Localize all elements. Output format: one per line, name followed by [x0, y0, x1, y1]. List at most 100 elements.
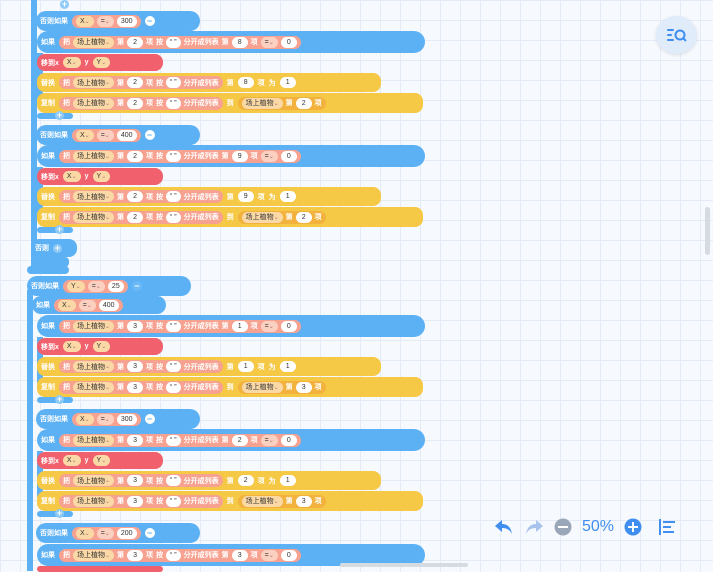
- if-block[interactable]: 如果把场上植物第3项按“ ”分开成列表第2项=0: [37, 429, 425, 451]
- var-y-dropdown[interactable]: Y: [92, 171, 111, 182]
- else-if-block[interactable]: 否则如果 Y=25−: [27, 276, 191, 296]
- move-to-block[interactable]: 移到xXyY: [37, 452, 163, 469]
- move-to-block[interactable]: [37, 566, 163, 572]
- operator-dropdown[interactable]: =: [260, 320, 278, 332]
- index-input[interactable]: 3: [127, 320, 144, 332]
- undo-button[interactable]: [494, 518, 514, 536]
- separator-input[interactable]: “ ”: [166, 36, 181, 48]
- var-x-dropdown[interactable]: X: [62, 455, 81, 466]
- if-block[interactable]: 如果把场上植物第3项按“ ”分开成列表第1项=0: [37, 315, 425, 337]
- compare-value-input[interactable]: 0: [280, 320, 297, 332]
- remove-branch-icon[interactable]: −: [144, 414, 155, 424]
- column-input[interactable]: 1: [231, 320, 248, 332]
- else-if-block[interactable]: 否则如果 X=300−: [36, 409, 200, 429]
- add-branch-icon[interactable]: +: [55, 509, 64, 518]
- add-branch-icon[interactable]: +: [55, 111, 64, 120]
- operator-dropdown[interactable]: =: [96, 413, 114, 425]
- list-dropdown[interactable]: 场上植物: [73, 361, 115, 372]
- remove-branch-icon[interactable]: −: [144, 130, 155, 140]
- var-x-dropdown[interactable]: X: [76, 15, 94, 27]
- replace-item-block[interactable]: 替换把场上植物第3项按“ ”分开成列表第2项为1: [37, 471, 381, 490]
- list-dropdown[interactable]: 场上植物: [73, 191, 115, 202]
- zoom-in-button[interactable]: [624, 518, 642, 536]
- var-x-dropdown[interactable]: X: [62, 57, 81, 68]
- separator-input[interactable]: “ ”: [166, 77, 181, 88]
- align-button[interactable]: [658, 518, 676, 536]
- column-input[interactable]: 2: [237, 475, 254, 486]
- move-to-block[interactable]: 移到xXyY: [37, 168, 163, 185]
- var-x-dropdown[interactable]: X: [62, 171, 81, 182]
- separator-input[interactable]: “ ”: [166, 97, 181, 109]
- index-input[interactable]: 3: [127, 434, 144, 446]
- replace-item-block[interactable]: 替换把场上植物第2项按“ ”分开成列表第9项为1: [37, 187, 381, 206]
- index-input[interactable]: 3: [127, 381, 144, 393]
- compare-value-input[interactable]: 300: [116, 15, 137, 27]
- column-input[interactable]: 8: [237, 77, 254, 88]
- list-dropdown[interactable]: 场上植物: [73, 77, 115, 88]
- list-dropdown[interactable]: 场上植物: [73, 320, 115, 332]
- index-input[interactable]: 2: [295, 211, 312, 223]
- redo-button[interactable]: [524, 518, 544, 536]
- new-value-input[interactable]: 1: [279, 475, 296, 486]
- replace-item-block[interactable]: 替换把场上植物第3项按“ ”分开成列表第1项为1: [37, 357, 381, 376]
- else-if-block[interactable]: 否则如果 X=400−: [36, 125, 200, 145]
- separator-input[interactable]: “ ”: [166, 320, 181, 332]
- compare-value-input[interactable]: 0: [280, 549, 297, 561]
- index-input[interactable]: 2: [127, 36, 144, 48]
- vertical-scrollbar[interactable]: [705, 207, 710, 255]
- else-block[interactable]: 否则 +: [31, 239, 77, 257]
- operator-dropdown[interactable]: =: [96, 129, 114, 141]
- add-branch-icon[interactable]: +: [60, 0, 69, 9]
- list-search-button[interactable]: [656, 16, 697, 54]
- separator-input[interactable]: “ ”: [166, 361, 181, 372]
- else-if-block[interactable]: 否则如果 X=200−: [36, 523, 200, 543]
- var-x-dropdown[interactable]: X: [62, 341, 81, 352]
- move-to-block[interactable]: 移到xXyY: [37, 54, 163, 71]
- if-block[interactable]: 如果 X=400: [32, 296, 166, 314]
- compare-value-input[interactable]: 0: [280, 150, 297, 162]
- new-value-input[interactable]: 1: [279, 77, 296, 88]
- index-input[interactable]: 2: [127, 150, 144, 162]
- var-y-dropdown[interactable]: Y: [92, 57, 111, 68]
- index-input[interactable]: 3: [127, 549, 144, 561]
- block-workspace[interactable]: +否则如果X=300−如果把场上植物第2项按“ ”分开成列表第8项=0移到xXy…: [0, 0, 713, 572]
- separator-input[interactable]: “ ”: [166, 381, 181, 393]
- operator-dropdown[interactable]: =: [260, 150, 278, 162]
- list-dropdown[interactable]: 场上植物: [73, 475, 115, 486]
- separator-input[interactable]: “ ”: [166, 211, 181, 223]
- if-block[interactable]: 如果把场上植物第2项按“ ”分开成列表第9项=0: [37, 145, 425, 167]
- list-dropdown[interactable]: 场上植物: [73, 36, 115, 48]
- operator-dropdown[interactable]: =: [260, 36, 278, 48]
- remove-branch-icon[interactable]: −: [144, 528, 155, 538]
- compare-value-input[interactable]: 0: [280, 36, 297, 48]
- list-dropdown[interactable]: 场上植物: [241, 495, 283, 507]
- operator-dropdown[interactable]: =: [78, 299, 96, 311]
- var-x-dropdown[interactable]: X: [76, 413, 94, 425]
- operator-dropdown[interactable]: =: [87, 280, 105, 292]
- separator-input[interactable]: “ ”: [166, 495, 181, 507]
- operator-dropdown[interactable]: =: [96, 527, 114, 539]
- index-input[interactable]: 3: [127, 475, 144, 486]
- var-x-dropdown[interactable]: X: [58, 299, 76, 311]
- separator-input[interactable]: “ ”: [166, 191, 181, 202]
- compare-value-input[interactable]: 300: [116, 413, 137, 425]
- new-value-input[interactable]: 1: [279, 361, 296, 372]
- else-if-block[interactable]: 否则如果 X=300−: [36, 11, 200, 31]
- move-to-block[interactable]: 移到xXyY: [37, 338, 163, 355]
- list-dropdown[interactable]: 场上植物: [73, 434, 115, 446]
- index-input[interactable]: 2: [127, 77, 144, 88]
- copy-list-block[interactable]: 复制把场上植物第3项按“ ”分开成列表到场上植物第3项: [37, 491, 423, 511]
- compare-value-input[interactable]: 0: [280, 434, 297, 446]
- var-y-dropdown[interactable]: Y: [92, 455, 111, 466]
- index-input[interactable]: 3: [127, 495, 144, 507]
- var-y-dropdown[interactable]: Y: [67, 280, 85, 292]
- column-input[interactable]: 8: [231, 36, 248, 48]
- add-branch-icon[interactable]: +: [55, 225, 64, 234]
- list-dropdown[interactable]: 场上植物: [73, 150, 115, 162]
- if-block[interactable]: 如果把场上植物第2项按“ ”分开成列表第8项=0: [37, 31, 425, 53]
- index-input[interactable]: 2: [127, 97, 144, 109]
- list-dropdown[interactable]: 场上植物: [241, 97, 283, 109]
- column-input[interactable]: 9: [237, 191, 254, 202]
- compare-value-input[interactable]: 400: [116, 129, 137, 141]
- compare-value-input[interactable]: 400: [98, 299, 119, 311]
